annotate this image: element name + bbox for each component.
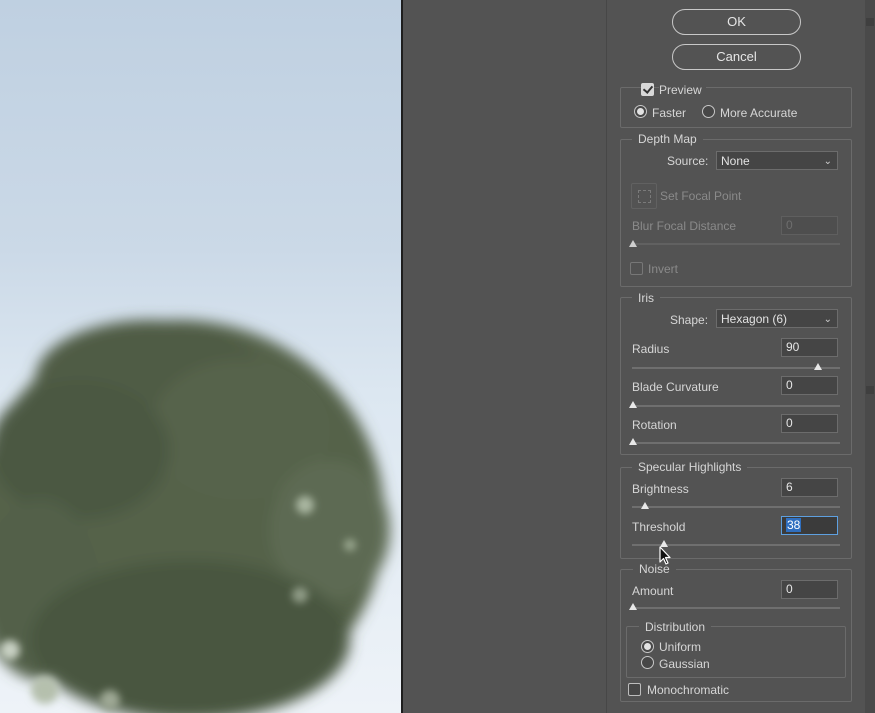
preview-canvas[interactable]	[0, 0, 403, 713]
shape-value: Hexagon (6)	[721, 312, 788, 326]
rotation-field[interactable]: 0	[781, 414, 838, 433]
canvas-gutter	[403, 0, 607, 713]
depth-map-title: Depth Map	[632, 132, 703, 146]
chevron-down-icon: ⌄	[823, 314, 832, 325]
source-value: None	[721, 154, 750, 168]
scroll-marker	[866, 386, 874, 394]
radius-field[interactable]: 90	[781, 338, 838, 357]
distribution-title: Distribution	[639, 620, 712, 634]
uniform-label: Uniform	[659, 640, 702, 654]
blade-curvature-label: Blade Curvature	[632, 380, 719, 394]
invert-checkbox[interactable]	[630, 262, 643, 275]
amount-slider-track[interactable]	[632, 607, 840, 609]
blade-curvature-field[interactable]: 0	[781, 376, 838, 395]
shape-label: Shape:	[670, 313, 709, 327]
more-accurate-label: More Accurate	[720, 106, 798, 120]
specular-highlights-title: Specular Highlights	[632, 460, 748, 474]
monochromatic-checkbox[interactable]	[628, 683, 641, 696]
monochromatic-label: Monochromatic	[647, 683, 730, 697]
brightness-label: Brightness	[632, 482, 689, 496]
rotation-slider-thumb[interactable]	[629, 438, 637, 445]
source-select[interactable]: None ⌄	[716, 151, 838, 170]
faster-radio[interactable]	[634, 105, 647, 118]
radius-slider-track[interactable]	[632, 367, 840, 369]
blade-curvature-slider-track[interactable]	[632, 405, 840, 407]
brightness-slider-thumb[interactable]	[641, 502, 649, 509]
amount-slider-thumb[interactable]	[629, 603, 637, 610]
cancel-button[interactable]: Cancel	[672, 44, 801, 70]
amount-label: Amount	[632, 584, 674, 598]
blur-focal-distance-field[interactable]: 0	[781, 216, 838, 235]
set-focal-point-label: Set Focal Point	[660, 189, 742, 203]
gaussian-radio[interactable]	[641, 656, 654, 669]
ok-button[interactable]: OK	[672, 9, 801, 35]
brightness-slider-track[interactable]	[632, 506, 840, 508]
chevron-down-icon: ⌄	[823, 156, 832, 167]
gaussian-label: Gaussian	[659, 657, 710, 671]
radius-label: Radius	[632, 342, 670, 356]
preview-label: Preview	[659, 83, 706, 97]
rotation-label: Rotation	[632, 418, 677, 432]
uniform-radio[interactable]	[641, 640, 654, 653]
amount-field[interactable]: 0	[781, 580, 838, 599]
panel-scrollbar[interactable]	[865, 0, 875, 713]
more-accurate-radio[interactable]	[702, 105, 715, 118]
iris-title: Iris	[632, 291, 660, 305]
blur-focal-slider-track[interactable]	[632, 243, 840, 245]
mouse-cursor-icon	[659, 546, 671, 565]
focal-point-icon[interactable]	[631, 183, 657, 209]
brightness-field[interactable]: 6	[781, 478, 838, 497]
blur-focal-distance-label: Blur Focal Distance	[632, 219, 737, 233]
blurred-tree-image	[0, 320, 390, 713]
faster-label: Faster	[652, 106, 687, 120]
threshold-field[interactable]: 38	[781, 516, 838, 535]
shape-select[interactable]: Hexagon (6) ⌄	[716, 309, 838, 328]
blade-curvature-slider-thumb[interactable]	[629, 401, 637, 408]
invert-label: Invert	[648, 262, 679, 276]
threshold-label: Threshold	[632, 520, 686, 534]
source-label: Source:	[667, 154, 709, 168]
scroll-marker	[866, 18, 874, 26]
threshold-value: 38	[786, 518, 802, 532]
blur-focal-slider-thumb[interactable]	[629, 240, 637, 247]
preview-checkbox[interactable]	[641, 83, 654, 96]
radius-slider-thumb[interactable]	[814, 363, 822, 370]
rotation-slider-track[interactable]	[632, 442, 840, 444]
